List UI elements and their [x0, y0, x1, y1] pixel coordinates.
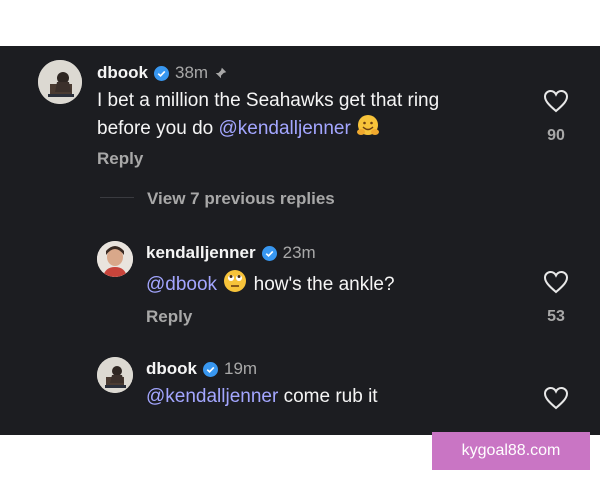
view-previous-replies-button[interactable]: View 7 previous replies	[147, 189, 335, 209]
divider-line	[100, 197, 134, 198]
avatar-image	[38, 60, 82, 104]
reply-button[interactable]: Reply	[146, 307, 192, 327]
comment-text-line: I bet a million the Seahawks get that ri…	[97, 90, 440, 111]
timestamp: 38m	[175, 63, 209, 82]
username[interactable]: dbook	[97, 63, 148, 83]
mention-link[interactable]: @kendalljenner	[146, 386, 278, 407]
hugging-face-emoji-icon	[357, 115, 380, 135]
timestamp: 19m	[224, 359, 258, 378]
timestamp: 23m	[282, 243, 316, 262]
comment-text-segment: come rub it	[278, 386, 378, 407]
mention-link[interactable]: @kendalljenner	[218, 118, 350, 139]
like-heart-icon[interactable]	[543, 89, 569, 113]
username[interactable]: kendalljenner	[146, 243, 256, 263]
avatar-dbook[interactable]	[97, 357, 133, 393]
comment-text: @dbook how's the ankle?	[146, 268, 395, 298]
like-count: 53	[547, 308, 565, 325]
watermark: kygoal88.com	[432, 432, 590, 470]
mention-link[interactable]: @dbook	[146, 274, 217, 295]
comment-text: @kendalljenner come rub it	[146, 384, 378, 410]
avatar-image	[97, 241, 133, 277]
pin-icon	[215, 67, 227, 79]
avatar-kendalljenner[interactable]	[97, 241, 133, 277]
verified-badge-icon	[261, 245, 277, 261]
comment-text-line: before you do @kendalljenner	[97, 114, 439, 142]
eye-roll-emoji-icon	[224, 270, 247, 292]
comment-text-segment: how's the ankle?	[253, 274, 395, 295]
comment-header: kendalljenner 23m	[146, 243, 316, 263]
comment-text: I bet a million the Seahawks get that ri…	[97, 88, 439, 142]
username[interactable]: dbook	[146, 359, 197, 379]
reply-button[interactable]: Reply	[97, 149, 143, 169]
verified-badge-icon	[203, 361, 218, 377]
like-heart-icon[interactable]	[543, 386, 569, 410]
comment-text-segment: before you do	[97, 118, 219, 139]
comment-header: dbook 19m	[146, 359, 257, 379]
like-count: 90	[547, 127, 565, 144]
like-heart-icon[interactable]	[543, 270, 569, 294]
comment-header: dbook 38m	[97, 63, 228, 83]
avatar-dbook[interactable]	[38, 60, 82, 104]
avatar-image	[97, 357, 133, 393]
verified-badge-icon	[154, 65, 169, 81]
